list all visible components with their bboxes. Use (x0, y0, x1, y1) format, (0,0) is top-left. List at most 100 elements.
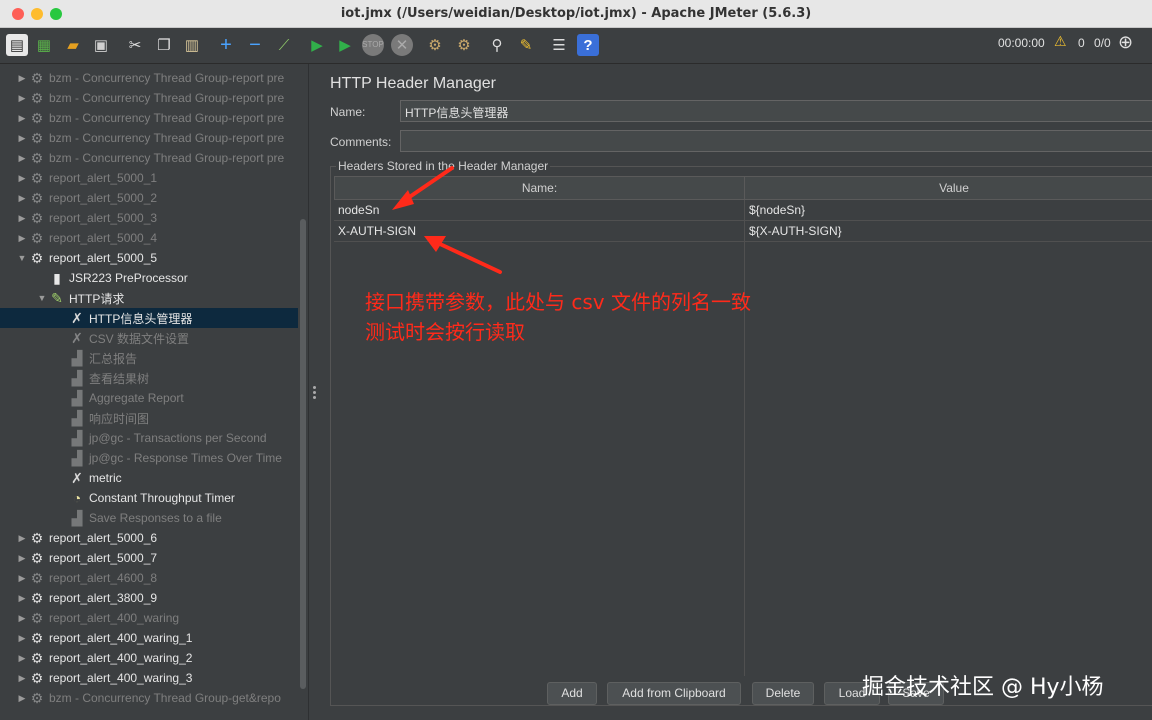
open-icon[interactable]: ▰ (62, 34, 84, 56)
expand-toggle-icon[interactable]: ▶ (16, 113, 28, 124)
collapse-icon[interactable]: − (244, 34, 266, 56)
delete-button[interactable]: Delete (752, 682, 814, 705)
search-icon[interactable]: ⚲ (486, 34, 508, 56)
reset-search-icon[interactable]: ✎ (515, 34, 537, 56)
header-row-0-value[interactable]: ${nodeSn} (745, 200, 1152, 220)
tree-item[interactable]: ▶ ⚙ report_alert_400_waring_2 (0, 648, 298, 668)
tree-item[interactable]: ▶ ⚙ bzm - Concurrency Thread Group-report … (0, 88, 298, 108)
tree-item[interactable]: ▶ ⚙ bzm - Concurrency Thread Group-report … (0, 108, 298, 128)
start-icon[interactable]: ▶ (306, 34, 328, 56)
tree-item[interactable]: ▶ ⚙ report_alert_3800_9 (0, 588, 298, 608)
expand-toggle-icon[interactable]: ▶ (16, 193, 28, 204)
tree-item[interactable]: ▟ 查看结果树 (0, 368, 298, 388)
tree-scrollbar-thumb[interactable] (300, 219, 306, 689)
tree-item[interactable]: ▟ 响应时间图 (0, 408, 298, 428)
wrench-icon: ✗ (71, 329, 83, 346)
tree-item[interactable]: ✗ HTTP信息头管理器 (0, 308, 298, 328)
header-row-1-value[interactable]: ${X-AUTH-SIGN} (745, 221, 1152, 241)
stop-icon[interactable]: STOP (362, 34, 384, 56)
tree-scrollbar[interactable] (298, 64, 308, 720)
tree-item[interactable]: ▶ ⚙ report_alert_4600_8 (0, 568, 298, 588)
tree-item[interactable]: ▟ 汇总报告 (0, 348, 298, 368)
expand-toggle-icon[interactable]: ▶ (16, 673, 28, 684)
tree-item[interactable]: ▼ ⚙ report_alert_5000_5 (0, 248, 298, 268)
gear-icon: ⚙ (30, 229, 44, 246)
tree-item[interactable]: ▶ ⚙ report_alert_5000_6 (0, 528, 298, 548)
save-icon[interactable]: ▣ (90, 34, 112, 56)
tree-item-label: report_alert_3800_9 (49, 591, 158, 605)
tree-item-label: report_alert_5000_2 (49, 191, 158, 205)
expand-toggle-icon[interactable]: ▶ (16, 93, 28, 104)
thread-count: 0/0 (1094, 36, 1111, 50)
expand-toggle-icon[interactable]: ▶ (16, 573, 28, 584)
chart-icon: ▟ (71, 389, 83, 406)
expand-toggle-icon[interactable]: ▶ (16, 153, 28, 164)
remote-icon[interactable]: ⊕ (1118, 32, 1133, 53)
expand-toggle-icon[interactable]: ▶ (16, 553, 28, 564)
tree-item[interactable]: ▶ ⚙ report_alert_5000_3 (0, 208, 298, 228)
shutdown-icon[interactable]: ✕ (391, 34, 413, 56)
expand-toggle-icon[interactable]: ▶ (16, 613, 28, 624)
tree-item[interactable]: ▶ ⚙ report_alert_5000_7 (0, 548, 298, 568)
function-helper-icon[interactable]: ☰ (548, 34, 570, 56)
add-button[interactable]: Add (547, 682, 597, 705)
tree-item[interactable]: ▶ ⚙ report_alert_400_waring_3 (0, 668, 298, 688)
clear-all-icon[interactable]: ⚙ (453, 34, 475, 56)
start-no-timers-icon[interactable]: ▶ (334, 34, 356, 56)
expand-toggle-icon[interactable]: ▶ (16, 533, 28, 544)
tree-item[interactable]: ▶ ⚙ report_alert_5000_2 (0, 188, 298, 208)
new-icon[interactable]: ▤ (6, 34, 28, 56)
expand-icon[interactable]: + (215, 34, 237, 56)
expand-toggle-icon[interactable]: ▶ (16, 73, 28, 84)
comments-field[interactable] (400, 130, 1152, 152)
tree-item[interactable]: ▟ jp@gc - Transactions per Second (0, 428, 298, 448)
column-header-name[interactable]: Name: (334, 176, 745, 200)
name-field[interactable]: HTTP信息头管理器 (400, 100, 1152, 122)
clear-icon[interactable]: ⚙ (424, 34, 446, 56)
header-row-1-name[interactable]: X-AUTH-SIGN (334, 221, 744, 241)
tree-item-label: bzm - Concurrency Thread Group-get&repo (49, 691, 281, 705)
expand-toggle-icon[interactable]: ▶ (16, 653, 28, 664)
copy-icon[interactable]: ❐ (153, 34, 175, 56)
expand-toggle-icon[interactable]: ▶ (16, 133, 28, 144)
cut-icon[interactable]: ✂ (124, 34, 146, 56)
tree-item[interactable]: ✗ CSV 数据文件设置 (0, 328, 298, 348)
tree-item[interactable]: ▮ JSR223 PreProcessor (0, 268, 298, 288)
header-row-0-name[interactable]: nodeSn (334, 200, 744, 220)
expand-toggle-icon[interactable]: ▶ (16, 693, 28, 704)
tree-item[interactable]: ▶ ⚙ report_alert_400_waring (0, 608, 298, 628)
expand-toggle-icon[interactable]: ▶ (16, 633, 28, 644)
templates-icon[interactable]: ▦ (33, 34, 55, 56)
tree-item[interactable]: ▶ ⚙ report_alert_400_waring_1 (0, 628, 298, 648)
paste-icon[interactable]: ▥ (181, 34, 203, 56)
tree-item[interactable]: ▶ ⚙ report_alert_5000_4 (0, 228, 298, 248)
tree-item[interactable]: ▼ ✎ HTTP请求 (0, 288, 298, 308)
tree-item-label: bzm - Concurrency Thread Group-report pr… (49, 111, 285, 125)
tree-item[interactable]: ✗ metric (0, 468, 298, 488)
tree-item[interactable]: ◔ Constant Throughput Timer (0, 488, 298, 508)
expand-toggle-icon[interactable]: ▶ (16, 233, 28, 244)
split-divider[interactable] (308, 64, 320, 720)
expand-toggle-icon[interactable]: ▶ (16, 173, 28, 184)
tree-item[interactable]: ▟ Aggregate Report (0, 388, 298, 408)
column-header-value[interactable]: Value (744, 176, 1152, 200)
collapse-toggle-icon[interactable]: ▼ (16, 253, 28, 263)
warning-icon[interactable]: ⚠ (1054, 33, 1067, 50)
tree-item[interactable]: ▶ ⚙ bzm - Concurrency Thread Group-report … (0, 68, 298, 88)
gear-icon: ⚙ (30, 549, 44, 566)
tree-item[interactable]: ▶ ⚙ bzm - Concurrency Thread Group-report … (0, 148, 298, 168)
expand-toggle-icon[interactable]: ▶ (16, 593, 28, 604)
help-icon[interactable]: ? (577, 34, 599, 56)
timer-icon: ◔ (72, 490, 82, 506)
tree-item[interactable]: ▶ ⚙ bzm - Concurrency Thread Group-report … (0, 128, 298, 148)
toggle-icon[interactable]: ⟋ (273, 34, 295, 56)
add-from-clipboard-button[interactable]: Add from Clipboard (607, 682, 741, 705)
expand-toggle-icon[interactable]: ▶ (16, 213, 28, 224)
collapse-toggle-icon[interactable]: ▼ (36, 293, 48, 303)
tree-item[interactable]: ▟ jp@gc - Response Times Over Time (0, 448, 298, 468)
tree-item[interactable]: ▶ ⚙ report_alert_5000_1 (0, 168, 298, 188)
chart-icon: ▟ (71, 369, 83, 386)
tree-item-label: report_alert_400_waring (49, 611, 180, 625)
tree-item[interactable]: ▟ Save Responses to a file (0, 508, 298, 528)
tree-item[interactable]: ▶ ⚙ bzm - Concurrency Thread Group-get&rep… (0, 688, 298, 708)
